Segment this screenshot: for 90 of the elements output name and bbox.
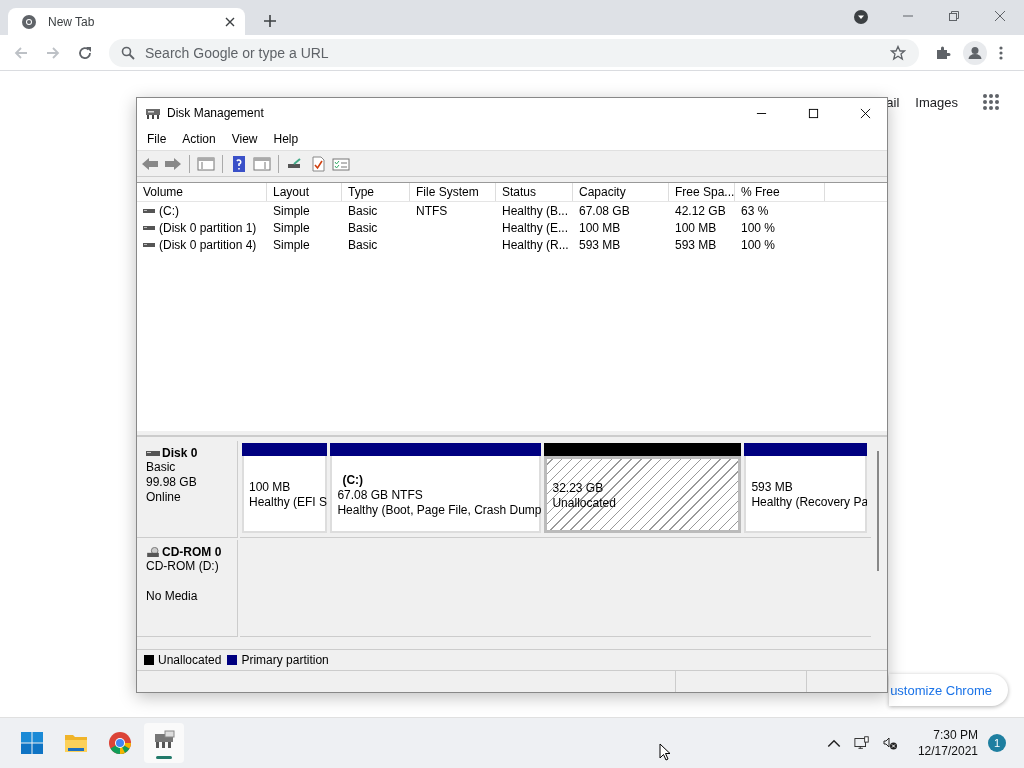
close-icon[interactable] xyxy=(860,107,871,119)
legend-label: Unallocated xyxy=(158,653,222,667)
table-cell: 593 MB xyxy=(675,237,717,252)
taskbar-clock[interactable]: 7:30 PM 12/17/2021 xyxy=(917,727,978,759)
partition-info: Healthy (Boot, Page File, Crash Dump xyxy=(337,502,540,518)
disk-name: Disk 0 xyxy=(162,446,198,460)
table-cell: 63 % xyxy=(741,203,769,218)
table-cell: Simple xyxy=(273,237,310,252)
column-header[interactable]: % Free xyxy=(735,183,825,201)
notification-badge[interactable]: 1 xyxy=(988,734,1006,752)
cd-drive-icon xyxy=(146,547,160,557)
volume-icon xyxy=(143,207,155,214)
volume-icon xyxy=(143,241,155,248)
table-cell: Basic xyxy=(348,220,378,235)
table-cell: (C:) xyxy=(159,203,179,218)
disk-name: CD-ROM 0 xyxy=(162,545,222,559)
table-cell: 593 MB xyxy=(579,237,621,252)
volume-icon xyxy=(143,224,155,231)
profile-avatar-icon[interactable] xyxy=(963,40,987,65)
clock-date: 12/17/2021 xyxy=(917,743,978,759)
partition-info: Healthy (EFI S xyxy=(249,495,326,510)
disk-info: Online xyxy=(146,490,182,505)
table-cell: Healthy (B... xyxy=(502,203,569,218)
maximize-icon[interactable] xyxy=(808,107,819,119)
help-icon[interactable] xyxy=(230,155,248,172)
partition-info: 32.23 GB xyxy=(552,481,605,496)
plus-icon[interactable] xyxy=(263,14,277,28)
forward-icon[interactable] xyxy=(164,155,182,172)
column-header[interactable]: Capacity xyxy=(573,183,669,201)
disk-info: 99.98 GB xyxy=(146,475,198,490)
legend-label: Primary partition xyxy=(241,653,329,667)
column-header[interactable]: Type xyxy=(342,183,410,201)
table-cell: 67.08 GB xyxy=(579,203,630,218)
back-icon[interactable] xyxy=(141,155,159,172)
menu-item[interactable]: File xyxy=(139,132,175,146)
scrollbar-thumb[interactable] xyxy=(877,451,879,571)
header-link[interactable]: Images xyxy=(915,94,958,110)
table-cell: 100 % xyxy=(741,220,776,235)
disk-info: No Media xyxy=(146,589,199,604)
star-icon[interactable] xyxy=(890,44,906,61)
close-icon[interactable] xyxy=(225,16,235,27)
partition-info: 100 MB xyxy=(249,480,292,495)
column-header[interactable]: Free Spa... xyxy=(669,183,735,201)
disk-info: CD-ROM (D:) xyxy=(146,559,220,574)
table-cell: 42.12 GB xyxy=(675,203,726,218)
table-cell: 100 % xyxy=(741,237,776,252)
table-cell: Healthy (E... xyxy=(502,220,569,235)
disk-info: Basic xyxy=(146,460,177,475)
address-input[interactable]: Search Google or type a URL xyxy=(143,43,882,62)
window-title: Disk Management xyxy=(167,106,264,120)
table-cell: Simple xyxy=(273,203,310,218)
table-cell: 100 MB xyxy=(579,220,621,235)
browser-tab[interactable]: New Tab xyxy=(8,8,245,35)
table-cell: 100 MB xyxy=(675,220,717,235)
search-icon xyxy=(121,45,135,60)
start-icon[interactable] xyxy=(20,731,44,755)
apps-grid-icon[interactable] xyxy=(982,93,1000,111)
network-icon[interactable] xyxy=(853,735,870,751)
partition-info: 67.08 GB NTFS xyxy=(337,487,424,503)
customize-chrome-button[interactable]: ustomize Chrome xyxy=(889,674,1008,706)
cursor-icon xyxy=(659,743,671,761)
checklist-icon[interactable] xyxy=(309,155,327,172)
taskbar-app-button[interactable] xyxy=(144,723,184,763)
partition-info: 593 MB xyxy=(751,480,794,495)
table-cell: Basic xyxy=(348,237,378,252)
address-bar[interactable]: Search Google or type a URL xyxy=(109,38,919,67)
table-cell: (Disk 0 partition 1) xyxy=(159,220,257,235)
dropdown-icon[interactable] xyxy=(853,9,869,25)
menu-item[interactable]: Help xyxy=(265,132,307,146)
column-header[interactable]: File System xyxy=(410,183,496,201)
table-cell: NTFS xyxy=(416,203,448,218)
menu-item[interactable]: Action xyxy=(174,132,224,146)
table-cell: Basic xyxy=(348,203,378,218)
clock-time: 7:30 PM xyxy=(933,727,978,743)
table-cell: Healthy (R... xyxy=(502,237,569,252)
partition-info: (C:) xyxy=(341,472,365,488)
tab-title: New Tab xyxy=(48,14,96,29)
table-cell: Simple xyxy=(273,220,310,235)
restore-icon[interactable] xyxy=(948,10,960,22)
column-header[interactable]: Volume xyxy=(137,183,267,201)
reload-icon[interactable] xyxy=(77,44,93,61)
menu-item[interactable]: View xyxy=(223,132,266,146)
volume-muted-icon[interactable] xyxy=(881,735,898,751)
puzzle-icon[interactable] xyxy=(935,44,951,61)
menu-icon[interactable] xyxy=(999,44,1003,61)
partition-info: Unallocated xyxy=(552,496,617,511)
column-header[interactable]: Status xyxy=(496,183,573,201)
column-header[interactable]: Layout xyxy=(267,183,342,201)
properties-icon[interactable] xyxy=(332,155,350,172)
table-cell: (Disk 0 partition 4) xyxy=(159,237,257,252)
